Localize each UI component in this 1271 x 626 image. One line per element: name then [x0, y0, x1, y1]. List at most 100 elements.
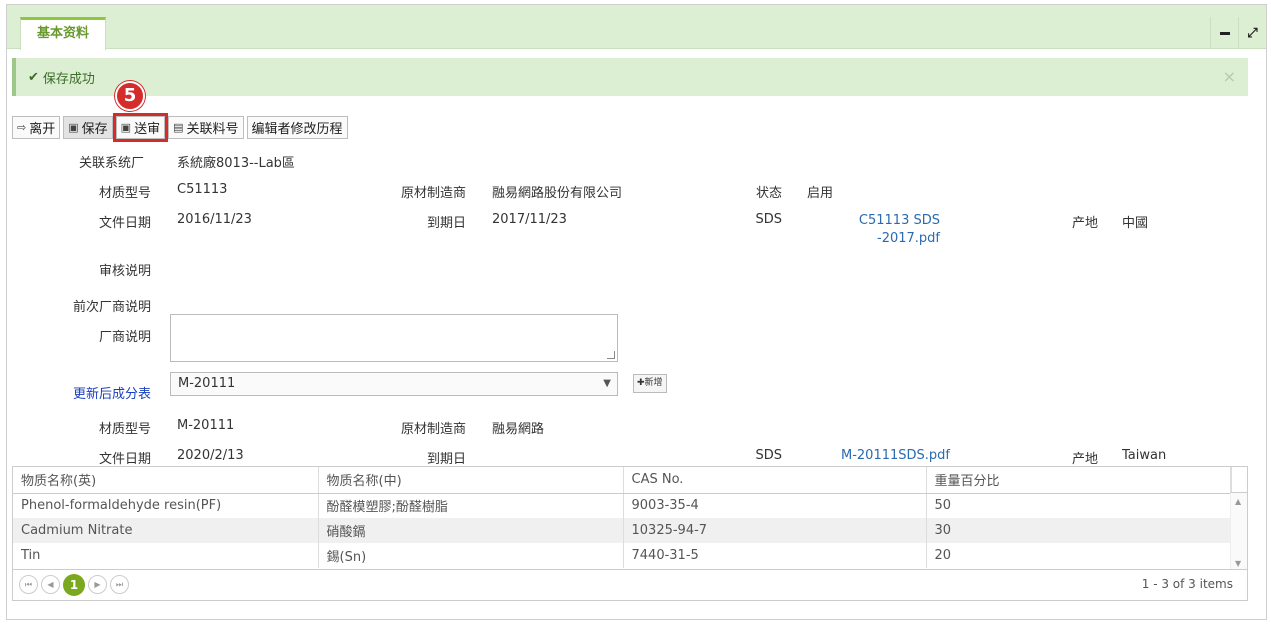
manufacturer-label: 原材制造商	[400, 186, 466, 201]
cell: 錫(Sn)	[318, 543, 624, 568]
submit-label: 送审	[134, 122, 161, 137]
updated-list-label: 更新后成分表	[72, 387, 151, 402]
add-button[interactable]: ✚新增	[633, 374, 667, 393]
material-model-label: 材质型号	[98, 186, 151, 201]
save-button[interactable]: ▣ 保存	[63, 116, 113, 139]
origin-label: 产地	[1071, 216, 1098, 231]
updated-list-select[interactable]: M-20111 ▼	[170, 372, 618, 396]
close-icon[interactable]: ×	[1223, 67, 1236, 86]
next-page-icon[interactable]: ▶	[88, 575, 107, 594]
related-label: 关联料号	[186, 122, 239, 137]
origin-2-value: Taiwan	[1122, 448, 1167, 463]
scroll-up-icon[interactable]: ▲	[1235, 497, 1241, 506]
doc-date-2-value: 2020/2/13	[177, 448, 244, 463]
cell: Tin	[13, 543, 319, 568]
cell: 50	[926, 493, 1232, 518]
leave-button[interactable]: ⇨ 离开	[12, 116, 61, 139]
related-factory-label: 关联系统厂	[78, 156, 144, 171]
cell: 20	[926, 543, 1232, 568]
cell: Cadmium Nitrate	[13, 518, 319, 543]
prev-vendor-note-label: 前次厂商说明	[72, 300, 151, 315]
save-label: 保存	[81, 122, 108, 137]
submit-review-button[interactable]: ▣ 送审	[112, 113, 169, 142]
doc-date-label: 文件日期	[98, 216, 151, 231]
material-model-2-value: M-20111	[177, 418, 235, 433]
composition-table: 物质名称(英) 物质名称(中) CAS No. 重量百分比 Phenol-for…	[13, 467, 1232, 568]
review-note-label: 审核说明	[98, 264, 151, 279]
chevron-down-icon: ▼	[603, 378, 611, 389]
scroll-down-icon[interactable]: ▼	[1235, 559, 1241, 568]
sds-2-file-link[interactable]: M-20111SDS.pdf	[841, 448, 950, 463]
table-row[interactable]: Phenol-formaldehyde resin(PF) 酚醛模塑膠;酚醛樹脂…	[13, 493, 1232, 518]
cell: 硝酸鎘	[318, 518, 624, 543]
resize-grip-icon[interactable]	[607, 351, 615, 359]
expiry-value: 2017/11/23	[492, 212, 567, 227]
step-badge: 5	[115, 81, 145, 111]
leave-label: 离开	[29, 122, 56, 137]
scrollbar-header	[1230, 467, 1247, 493]
current-page[interactable]: 1	[63, 573, 85, 596]
sds-file-line1: C51113 SDS	[858, 213, 940, 228]
table-row[interactable]: Cadmium Nitrate 硝酸鎘 10325-94-7 30	[13, 518, 1232, 543]
column-header-weight[interactable]: 重量百分比	[926, 467, 1232, 494]
related-factory-value: 系統廠8013--Lab區	[177, 156, 295, 171]
cell: 酚醛模塑膠;酚醛樹脂	[318, 493, 624, 518]
column-header-name-zh[interactable]: 物质名称(中)	[318, 467, 624, 494]
last-page-icon[interactable]: ⏭	[110, 575, 129, 594]
manufacturer-2-value: 融易網路	[492, 422, 545, 437]
plus-icon: ✚	[637, 378, 645, 388]
panel-header-actions: ⤢	[1210, 17, 1266, 49]
floppy-icon: ▣	[68, 121, 79, 134]
expiry-2-label: 到期日	[426, 452, 466, 467]
cell: Phenol-formaldehyde resin(PF)	[13, 493, 319, 518]
material-model-2-label: 材质型号	[98, 422, 151, 437]
status-label: 状态	[755, 186, 782, 201]
composition-grid: 物质名称(英) 物质名称(中) CAS No. 重量百分比 Phenol-for…	[12, 466, 1248, 570]
related-part-button[interactable]: ▤ 关联料号	[168, 116, 244, 139]
add-label: 新增	[644, 378, 663, 388]
cell: 7440-31-5	[623, 543, 927, 568]
material-model-value: C51113	[177, 182, 228, 197]
column-header-cas[interactable]: CAS No.	[623, 467, 927, 494]
sds-file-link[interactable]: C51113 SDS -2017.pdf	[840, 212, 940, 248]
origin-value: 中國	[1122, 216, 1149, 231]
manufacturer-value: 融易網路股份有限公司	[492, 186, 623, 201]
pager: ⏮ ◀ 1 ▶ ⏭ 1 - 3 of 3 items	[12, 569, 1248, 601]
pager-info: 1 - 3 of 3 items	[1141, 577, 1233, 591]
expand-icon: ⤢	[1247, 25, 1258, 41]
prev-page-icon[interactable]: ◀	[41, 575, 60, 594]
vertical-scrollbar[interactable]: ▲ ▼	[1230, 493, 1247, 569]
floppy-icon: ▣	[120, 121, 132, 134]
vendor-note-textarea[interactable]	[170, 314, 618, 362]
expiry-label: 到期日	[426, 216, 466, 231]
table-row[interactable]: Tin 錫(Sn) 7440-31-5 20	[13, 543, 1232, 568]
alert-message: 保存成功	[42, 71, 95, 87]
sds-label: SDS	[755, 212, 782, 227]
history-label: 编辑者修改历程	[251, 122, 343, 137]
minimize-button[interactable]	[1210, 17, 1238, 49]
column-header-name-en[interactable]: 物质名称(英)	[13, 467, 319, 494]
manufacturer-2-label: 原材制造商	[400, 422, 466, 437]
document-icon: ▤	[173, 121, 184, 134]
success-alert: ✔ 保存成功 ×	[12, 58, 1248, 96]
updated-list-value: M-20111	[178, 376, 236, 391]
exit-icon: ⇨	[17, 121, 27, 134]
check-icon: ✔	[28, 69, 39, 85]
cell: 9003-35-4	[623, 493, 927, 518]
edit-history-button[interactable]: 编辑者修改历程	[246, 116, 348, 139]
origin-2-label: 产地	[1071, 452, 1098, 467]
status-value: 启用	[807, 186, 834, 201]
minimize-icon	[1219, 31, 1230, 35]
sds-file-line2: -2017.pdf	[877, 231, 940, 246]
doc-date-2-label: 文件日期	[98, 452, 151, 467]
first-page-icon[interactable]: ⏮	[19, 575, 38, 594]
sds-2-label: SDS	[755, 448, 782, 463]
tab-basic-info[interactable]: 基本资料	[20, 17, 106, 50]
cell: 10325-94-7	[623, 518, 927, 543]
toolbar: ⇨ 离开 ▣ 保存 ▣ 送审 ▤ 关联料号 编辑者修改历程	[12, 113, 348, 142]
panel-header: 基本资料 ⤢	[7, 5, 1266, 50]
cell: 30	[926, 518, 1232, 543]
expand-button[interactable]: ⤢	[1238, 17, 1266, 49]
vendor-note-label: 厂商说明	[98, 330, 151, 345]
doc-date-value: 2016/11/23	[177, 212, 252, 227]
